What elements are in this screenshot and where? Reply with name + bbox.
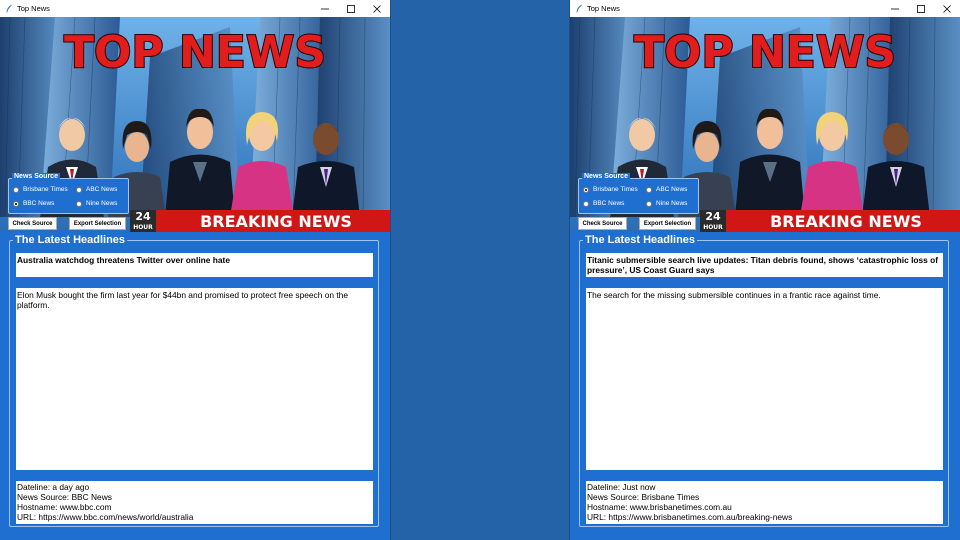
headline-field[interactable]: Titanic submersible search live updates:…	[586, 253, 943, 277]
radio-dot	[646, 186, 652, 193]
radio-label: BBC News	[23, 200, 55, 207]
radio-bbc-news[interactable]: BBC News	[583, 200, 624, 207]
radio-dot	[646, 200, 652, 207]
maximize-icon[interactable]	[908, 0, 934, 17]
title-bar: Top News	[570, 0, 960, 17]
title-bar: Top News	[0, 0, 390, 17]
latest-headlines-group: The Latest Headlines Titanic submersible…	[579, 234, 949, 527]
radio-label: Nine News	[656, 200, 688, 207]
dateline-text: Dateline: a day ago	[17, 482, 90, 492]
badge-number: 24	[705, 210, 721, 223]
close-icon[interactable]	[364, 0, 390, 17]
radio-nine-news[interactable]: Nine News	[76, 200, 117, 207]
radio-label: ABC News	[656, 186, 688, 193]
close-icon[interactable]	[934, 0, 960, 17]
article-info-field[interactable]: Dateline: a day ago News Source: BBC New…	[16, 481, 373, 524]
radio-label: ABC News	[86, 186, 118, 193]
check-source-button[interactable]: Check Source	[8, 217, 57, 230]
window-title: Top News	[17, 4, 50, 13]
article-body-field[interactable]: The search for the missing submersible c…	[586, 288, 943, 470]
radio-brisbane-times[interactable]: Brisbane Times	[13, 186, 68, 193]
maximize-icon[interactable]	[338, 0, 364, 17]
radio-bbc-news[interactable]: BBC News	[13, 200, 54, 207]
article-body-field[interactable]: Elon Musk bought the firm last year for …	[16, 288, 373, 470]
news-source-group: News Source Brisbane Times ABC News BBC …	[8, 173, 129, 214]
export-selection-button[interactable]: Export Selection	[69, 217, 126, 230]
radio-dot	[583, 186, 589, 193]
latest-headlines-legend: The Latest Headlines	[583, 234, 698, 246]
minimize-icon[interactable]	[312, 0, 338, 17]
url-text: URL: https://www.bbc.com/news/world/aust…	[17, 512, 194, 522]
radio-dot	[76, 200, 82, 207]
minimize-icon[interactable]	[882, 0, 908, 17]
radio-label: BBC News	[593, 200, 625, 207]
radio-brisbane-times[interactable]: Brisbane Times	[583, 186, 638, 193]
radio-label: Brisbane Times	[593, 186, 638, 193]
news-source-text: News Source: BBC News	[17, 492, 112, 502]
banner-title: TOP NEWS	[634, 27, 896, 78]
badge-text: HOUR	[703, 224, 723, 231]
dateline-text: Dateline: Just now	[587, 482, 656, 492]
radio-label: Nine News	[86, 200, 118, 207]
article-info-field[interactable]: Dateline: Just now News Source: Brisbane…	[586, 481, 943, 524]
news-source-legend: News Source	[582, 173, 630, 180]
radio-abc-news[interactable]: ABC News	[646, 186, 687, 193]
app-window-left: Top News TOP NEWS 24 HOUR BREAKING NEWS …	[0, 0, 390, 540]
banner-title: TOP NEWS	[64, 27, 326, 78]
latest-headlines-group: The Latest Headlines Australia watchdog …	[9, 234, 379, 527]
radio-label: Brisbane Times	[23, 186, 68, 193]
hostname-text: Hostname: www.brisbanetimes.com.au	[587, 502, 732, 512]
headline-field[interactable]: Australia watchdog threatens Twitter ove…	[16, 253, 373, 277]
radio-abc-news[interactable]: ABC News	[76, 186, 117, 193]
news-source-group: News Source Brisbane Times ABC News BBC …	[578, 173, 699, 214]
radio-dot	[13, 200, 19, 207]
app-window-right: Top News TOP NEWS 24 HOUR BREAKING NEWS …	[570, 0, 960, 540]
radio-dot	[13, 186, 19, 193]
badge-text: HOUR	[133, 224, 153, 231]
news-source-legend: News Source	[12, 173, 60, 180]
breaking-news-ticker: BREAKING NEWS	[770, 212, 922, 231]
radio-nine-news[interactable]: Nine News	[646, 200, 687, 207]
export-selection-button[interactable]: Export Selection	[639, 217, 696, 230]
radio-dot	[583, 200, 589, 207]
check-source-button[interactable]: Check Source	[578, 217, 627, 230]
radio-dot	[76, 186, 82, 193]
breaking-news-ticker: BREAKING NEWS	[200, 212, 352, 231]
feather-icon	[575, 4, 584, 13]
latest-headlines-legend: The Latest Headlines	[13, 234, 128, 246]
url-text: URL: https://www.brisbanetimes.com.au/br…	[587, 512, 793, 522]
badge-number: 24	[135, 210, 151, 223]
feather-icon	[5, 4, 14, 13]
news-source-text: News Source: Brisbane Times	[587, 492, 700, 502]
window-title: Top News	[587, 4, 620, 13]
hostname-text: Hostname: www.bbc.com	[17, 502, 112, 512]
